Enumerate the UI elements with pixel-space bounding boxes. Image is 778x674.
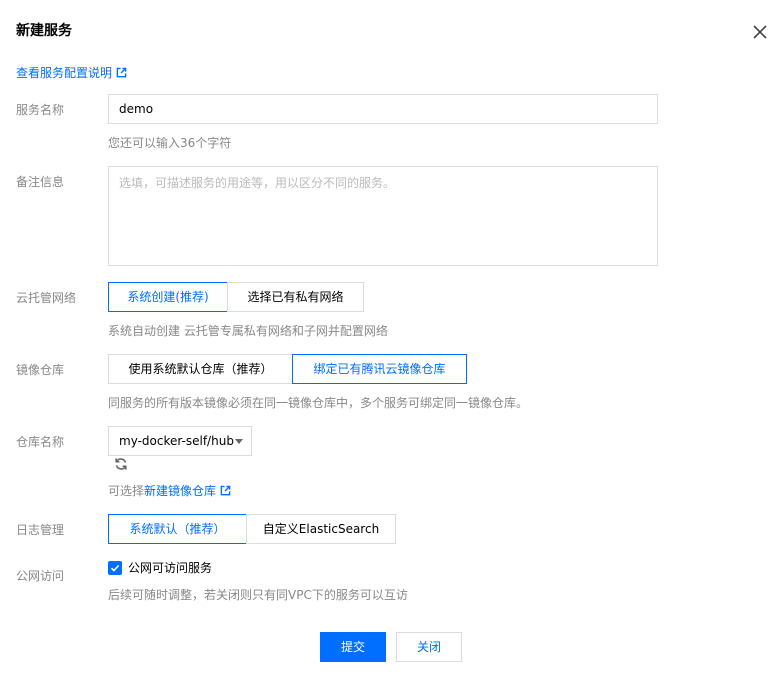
new-repo-link[interactable]: 新建镜像仓库 bbox=[144, 482, 216, 499]
dialog-title: 新建服务 bbox=[16, 23, 72, 39]
registry-hint: 同服务的所有版本镜像必须在同一镜像仓库中，多个服务可绑定同一镜像仓库。 bbox=[108, 396, 529, 410]
vpc-segmented: 系统创建(推荐) 选择已有私有网络 bbox=[108, 282, 364, 312]
repo-name-selected: my-docker-self/hub bbox=[119, 434, 234, 448]
log-segmented: 系统默认（推荐） 自定义ElasticSearch bbox=[108, 514, 396, 544]
new-service-dialog: 新建服务 查看服务配置说明 服务名称 您还可以输入36个字符 备注信息 云托管网… bbox=[0, 0, 778, 674]
repo-name-select[interactable]: my-docker-self/hub bbox=[108, 426, 252, 456]
caret-down-icon bbox=[235, 439, 243, 444]
registry-segmented: 使用系统默认仓库（推荐） 绑定已有腾讯云镜像仓库 bbox=[108, 354, 467, 384]
public-access-checkbox-row[interactable]: 公网可访问服务 bbox=[108, 559, 212, 576]
registry-option-default[interactable]: 使用系统默认仓库（推荐） bbox=[108, 354, 293, 384]
service-name-input[interactable] bbox=[108, 94, 658, 124]
submit-button[interactable]: 提交 bbox=[320, 632, 386, 662]
public-access-checkbox[interactable] bbox=[108, 560, 122, 575]
vpc-label: 云托管网络 bbox=[16, 291, 77, 305]
check-icon bbox=[110, 564, 120, 572]
log-label: 日志管理 bbox=[16, 523, 65, 537]
config-doc-link-text: 查看服务配置说明 bbox=[16, 66, 113, 80]
service-name-label: 服务名称 bbox=[16, 103, 65, 117]
public-access-checkbox-label: 公网可访问服务 bbox=[128, 561, 213, 575]
repo-hint-prefix: 可选择 bbox=[108, 484, 145, 498]
refresh-icon[interactable] bbox=[114, 457, 128, 471]
repo-name-label: 仓库名称 bbox=[16, 435, 65, 449]
external-link-icon[interactable] bbox=[220, 485, 231, 496]
close-icon[interactable] bbox=[750, 22, 770, 42]
vpc-option-existing[interactable]: 选择已有私有网络 bbox=[227, 282, 364, 312]
remark-textarea[interactable] bbox=[108, 166, 658, 266]
public-access-label: 公网访问 bbox=[16, 569, 65, 583]
vpc-hint: 系统自动创建 云托管专属私有网络和子网并配置网络 bbox=[108, 324, 388, 338]
log-option-elasticsearch[interactable]: 自定义ElasticSearch bbox=[246, 514, 396, 544]
service-name-hint: 您还可以输入36个字符 bbox=[108, 136, 232, 150]
remark-label: 备注信息 bbox=[16, 175, 65, 189]
external-link-icon bbox=[116, 67, 127, 78]
repo-name-hint: 可选择 新建镜像仓库 bbox=[108, 482, 231, 499]
public-access-hint: 后续可随时调整，若关闭则只有同VPC下的服务可以互访 bbox=[108, 588, 408, 602]
close-button[interactable]: 关闭 bbox=[396, 632, 462, 662]
config-doc-link[interactable]: 查看服务配置说明 bbox=[16, 64, 127, 81]
log-option-default[interactable]: 系统默认（推荐） bbox=[108, 514, 247, 544]
vpc-option-system[interactable]: 系统创建(推荐) bbox=[108, 282, 228, 312]
registry-label: 镜像仓库 bbox=[16, 363, 65, 377]
registry-option-tencent[interactable]: 绑定已有腾讯云镜像仓库 bbox=[292, 354, 467, 384]
